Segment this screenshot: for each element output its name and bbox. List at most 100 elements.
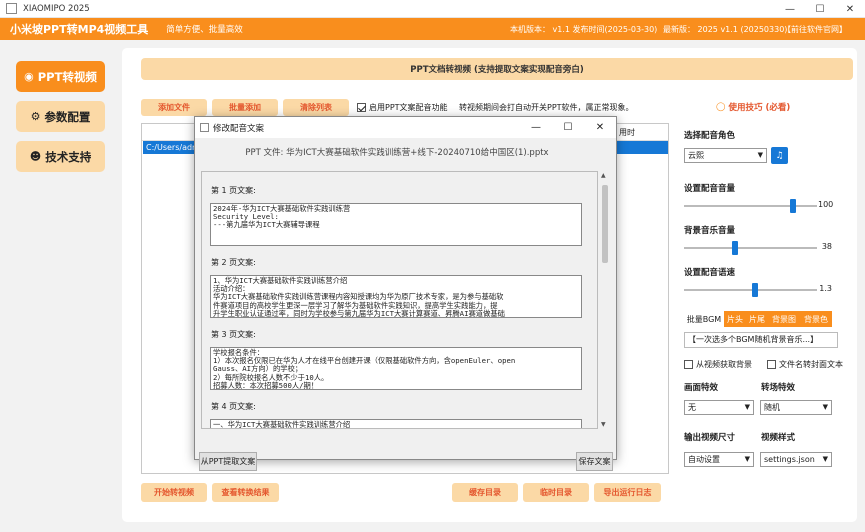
gear-icon: ⚙ (30, 110, 41, 123)
official-site-link[interactable]: 【前往软件官网】 (783, 24, 847, 35)
cache-dir-button[interactable]: 缓存目录 (452, 483, 518, 502)
bgm-tabs: 批量BGM 片头 片尾 背景图 背景色 (684, 311, 832, 327)
film-icon: ◉ (24, 70, 34, 83)
page-banner: PPT文档转视频 (支持提取文案实现配音旁白) (141, 58, 853, 80)
toolbar-hint: 转视频期间会打自动开关PPT软件，属正常现象。 (459, 103, 634, 112)
enable-dubbing-label: 启用PPT文案配音功能 (369, 103, 448, 112)
maximize-button[interactable]: ☐ (805, 0, 835, 18)
chevron-down-icon: ▼ (822, 455, 828, 463)
speaker-icon[interactable]: ♫ (771, 147, 788, 164)
sidebar-item-label: 参数配置 (44, 109, 91, 124)
window-title: XIAOMIPO 2025 (23, 3, 90, 14)
latest-version-info: 最新版： 2025 v1.1 (20250330) (663, 24, 788, 34)
page-1-textarea[interactable]: 2024年-华为ICT大赛基础软件实践训练营 Security Level: -… (210, 203, 582, 246)
tab-batch-bgm[interactable]: 批量BGM (684, 311, 724, 327)
app-name: 小米坡PPT转MP4视频工具 (10, 23, 149, 36)
version-info: 本机版本： v1.1 发布时间(2025-03-30) (510, 24, 658, 34)
right-settings-panel: 选择配音角色 云熙 ▼ ♫ 设置配音音量 100 背景音乐音量 38 设置配音语… (678, 118, 857, 473)
enable-dubbing-option[interactable]: 启用PPT文案配音功能 (357, 102, 448, 113)
transition-label: 转场特效 (761, 383, 796, 393)
tab-outro[interactable]: 片尾 (746, 311, 768, 327)
tips-label: 使用技巧 (必看) (728, 103, 791, 113)
sidebar-item-support[interactable]: ☻ 技术支持 (16, 141, 105, 172)
dialog-minimize-button[interactable]: — (520, 117, 552, 138)
dialog-file-name: PPT 文件: 华为ICT大赛基础软件实践训练营+线下-20240710给中国区… (245, 148, 549, 158)
dialog-maximize-button[interactable]: ☐ (552, 117, 584, 138)
app-slogan: 简单方便、批量高效 (166, 25, 243, 35)
export-log-button[interactable]: 导出运行日志 (594, 483, 661, 502)
save-text-button[interactable]: 保存文案 (576, 452, 613, 471)
close-button[interactable]: ✕ (835, 0, 865, 18)
speed-slider-thumb[interactable] (751, 283, 758, 297)
extract-from-ppt-button[interactable]: 从PPT提取文案 (199, 452, 257, 471)
chevron-down-icon: ▼ (822, 403, 828, 411)
tab-background-color[interactable]: 背景色 (800, 311, 832, 327)
lightbulb-icon: ◯ (716, 102, 726, 112)
tab-intro[interactable]: 片头 (724, 311, 746, 327)
enable-dubbing-checkbox[interactable] (357, 103, 366, 112)
tips-link[interactable]: ◯ 使用技巧 (必看) (716, 101, 790, 113)
filename-cover-option[interactable]: 文件名转封面文本 (767, 359, 843, 370)
dialog-scrollbar-thumb[interactable] (602, 185, 608, 263)
video-style-label: 视频样式 (761, 433, 796, 443)
transition-value: 随机 (764, 403, 780, 412)
page-3-textarea[interactable]: 学校报名条件： 1）本次报名仅限已在华为人才在线平台创建开课（仅限基础软件方向，… (210, 347, 582, 390)
page-4-label: 第 4 页文案: (211, 402, 256, 411)
chevron-down-icon: ▼ (744, 403, 750, 411)
batch-add-button[interactable]: 批量添加 (212, 99, 278, 116)
sidebar-item-ppt-to-video[interactable]: ◉ PPT转视频 (16, 61, 105, 92)
sidebar-item-label: PPT转视频 (37, 69, 97, 84)
screen-effect-label: 画面特效 (684, 383, 719, 393)
bgm-volume-value: 38 (821, 242, 832, 251)
from-video-bg-option[interactable]: 从视频获取背景 (684, 359, 752, 370)
title-bar: XIAOMIPO 2025 — ☐ ✕ (0, 0, 865, 18)
user-icon: ☻ (29, 150, 42, 163)
dialog-title: 修改配音文案 (213, 123, 265, 134)
video-style-value: settings.json (764, 455, 815, 464)
window-controls: — ☐ ✕ (775, 0, 865, 18)
dialog-scrollbar[interactable]: ▲ ▼ (599, 171, 611, 429)
dialog-close-button[interactable]: ✕ (584, 117, 616, 138)
chevron-down-icon: ▼ (757, 151, 763, 159)
volume-slider-thumb[interactable] (789, 199, 796, 213)
app-icon (6, 3, 17, 14)
temp-dir-button[interactable]: 临时目录 (523, 483, 589, 502)
video-style-select[interactable]: settings.json ▼ (760, 452, 832, 467)
from-video-bg-checkbox[interactable] (684, 360, 693, 369)
volume-value: 100 (818, 200, 834, 209)
speed-slider[interactable] (684, 283, 817, 297)
view-result-button[interactable]: 查看转换结果 (212, 483, 279, 502)
column-header-time: 用时 (619, 128, 635, 137)
dialog-window-controls: — ☐ ✕ (520, 117, 616, 138)
speed-label: 设置配音语速 (684, 268, 736, 278)
sidebar-item-label: 技术支持 (45, 149, 92, 164)
dialog-title-bar: 修改配音文案 — ☐ ✕ (195, 117, 616, 138)
filename-cover-checkbox[interactable] (767, 360, 776, 369)
speed-value: 1.3 (819, 284, 832, 293)
page-4-textarea[interactable]: 一、华为ICT大赛基础软件实践训练营介绍 (210, 419, 582, 428)
start-convert-button[interactable]: 开始转视频 (141, 483, 207, 502)
screen-effect-select[interactable]: 无 ▼ (684, 400, 754, 415)
sidebar-item-settings[interactable]: ⚙ 参数配置 (16, 101, 105, 132)
output-size-select[interactable]: 自动设置 ▼ (684, 452, 754, 467)
voice-role-select[interactable]: 云熙 ▼ (684, 148, 767, 163)
bgm-select[interactable]: 【一次选多个BGM随机背景音乐...】 (684, 332, 838, 348)
app-header: 小米坡PPT转MP4视频工具 简单方便、批量高效 本机版本： v1.1 发布时间… (0, 18, 865, 40)
transition-select[interactable]: 随机 ▼ (760, 400, 832, 415)
dubbing-text-scroll-area[interactable]: 第 1 页文案: 2024年-华为ICT大赛基础软件实践训练营 Security… (201, 171, 598, 429)
scroll-up-icon[interactable]: ▲ (601, 172, 606, 179)
minimize-button[interactable]: — (775, 0, 805, 18)
clear-list-button[interactable]: 清除列表 (283, 99, 349, 116)
voice-role-label: 选择配音角色 (684, 131, 736, 141)
page-2-label: 第 2 页文案: (211, 258, 256, 267)
bgm-volume-slider[interactable] (684, 241, 817, 255)
page-3-label: 第 3 页文案: (211, 330, 256, 339)
tab-background-image[interactable]: 背景图 (768, 311, 800, 327)
volume-slider[interactable] (684, 199, 817, 213)
chevron-down-icon: ▼ (744, 455, 750, 463)
bgm-volume-slider-thumb[interactable] (732, 241, 739, 255)
add-file-button[interactable]: 添加文件 (141, 99, 207, 116)
page-1-label: 第 1 页文案: (211, 186, 256, 195)
page-2-textarea[interactable]: 1、华为ICT大赛基础软件实践训练营介绍 活动介绍： 华为ICT大赛基础软件实践… (210, 275, 582, 318)
scroll-down-icon[interactable]: ▼ (601, 421, 606, 428)
